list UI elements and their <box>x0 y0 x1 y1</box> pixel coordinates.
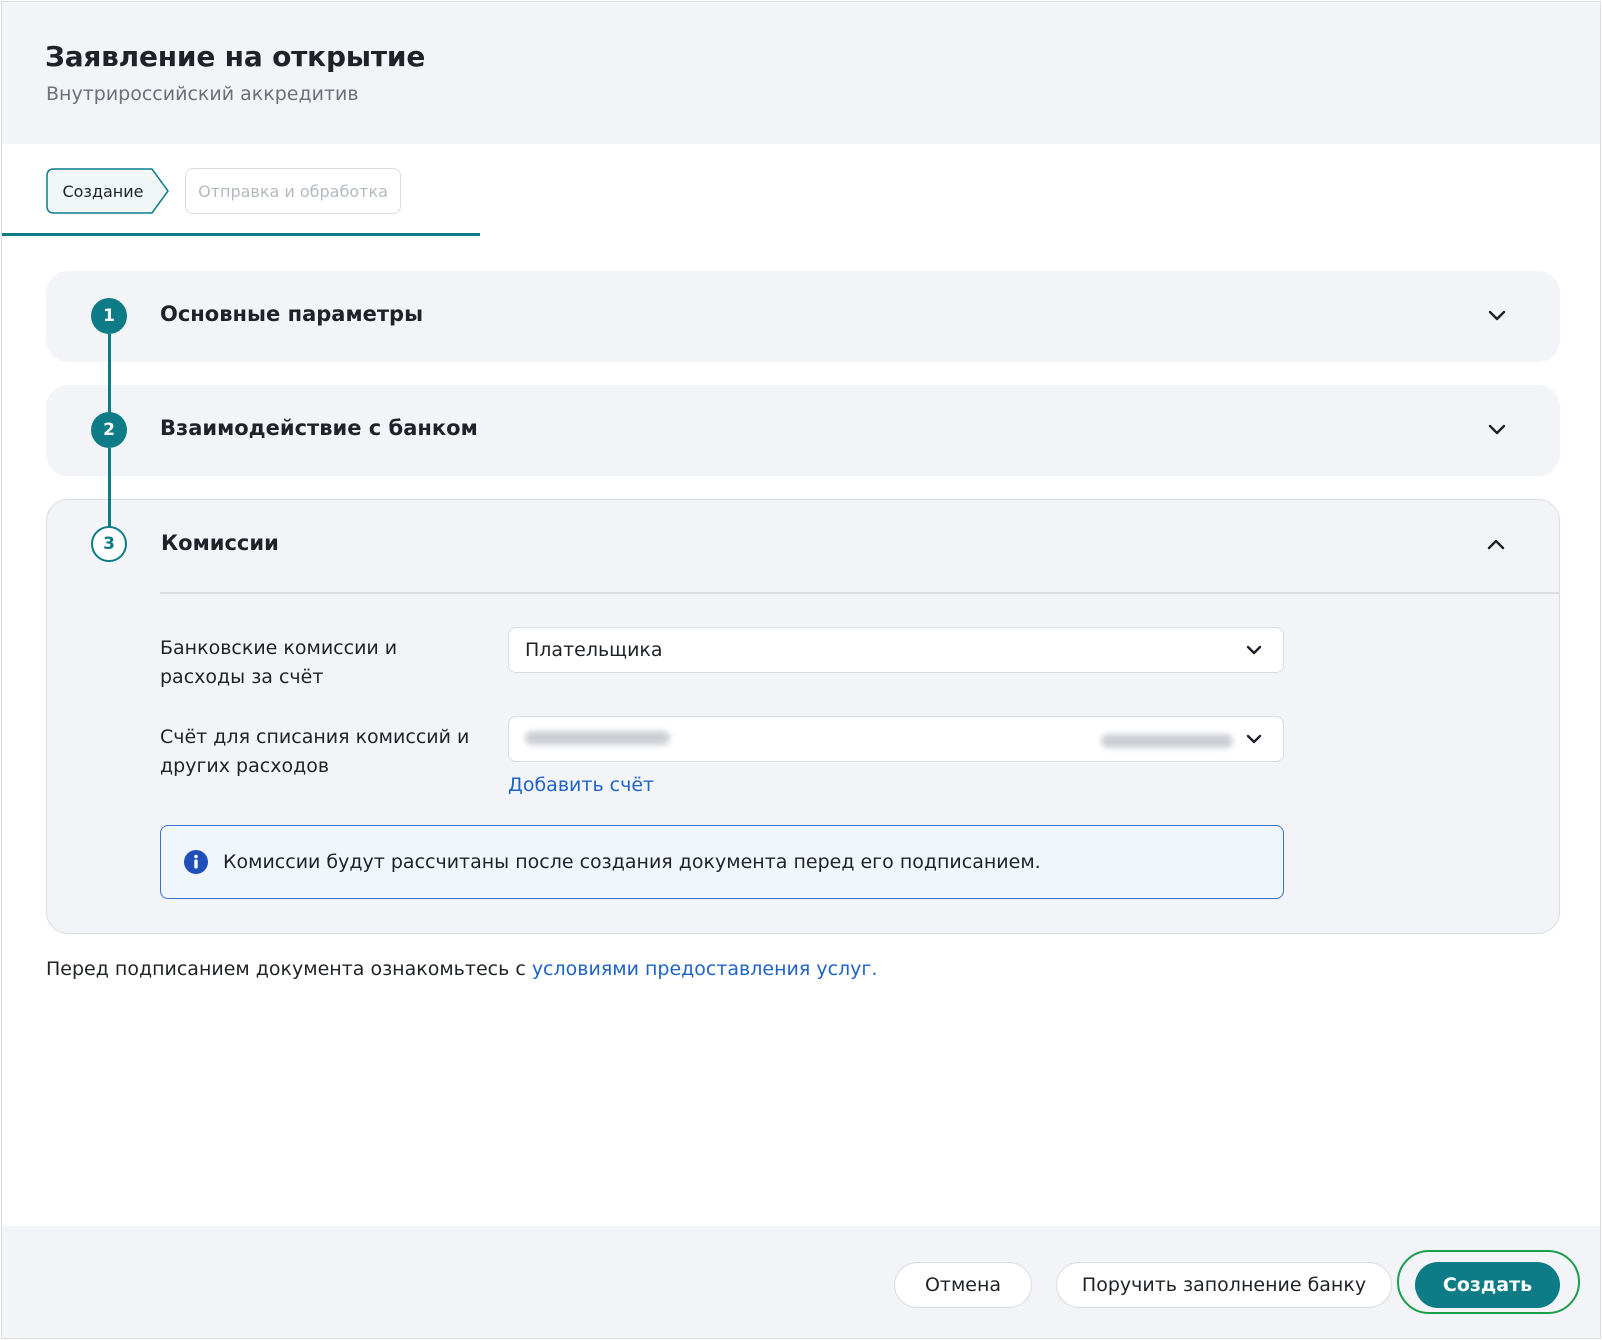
delegate-to-bank-button[interactable]: Поручить заполнение банку <box>1056 1262 1392 1308</box>
section-title: Комиссии <box>161 531 279 555</box>
step-tab-label: Создание <box>62 181 144 201</box>
stepper-progress-underline <box>2 233 480 236</box>
step-connector-line <box>108 334 111 424</box>
application-form-dialog: Заявление на открытие Внутрироссийский а… <box>1 1 1601 1339</box>
add-account-link[interactable]: Добавить счёт <box>508 774 654 796</box>
step-tab-label: Отправка и обработка <box>198 181 388 201</box>
info-notice: Комиссии будут рассчитаны после создания… <box>160 825 1284 899</box>
fees-payer-select[interactable]: Плательщика <box>508 627 1284 673</box>
stepper: Создание Отправка и обработка <box>2 144 1600 239</box>
fees-payer-label: Банковские комиссии и расходы за счёт <box>160 637 398 688</box>
section-main-parameters[interactable]: Основные параметры <box>46 271 1560 362</box>
blurred-account-name <box>525 731 670 745</box>
chevron-up-icon[interactable] <box>1485 533 1507 555</box>
info-notice-text: Комиссии будут рассчитаны после создания… <box>223 851 1041 873</box>
fee-account-select[interactable] <box>508 716 1284 762</box>
page-subtitle: Внутрироссийский аккредитив <box>46 83 359 105</box>
terms-prefix: Перед подписанием документа ознакомьтесь… <box>46 958 532 980</box>
info-icon <box>184 850 208 874</box>
action-footer: Отмена Поручить заполнение банку Создать <box>2 1226 1600 1338</box>
step-marker-2: 2 <box>91 412 127 448</box>
terms-note: Перед подписанием документа ознакомьтесь… <box>46 958 877 980</box>
cancel-button[interactable]: Отмена <box>894 1262 1032 1308</box>
section-title: Основные параметры <box>160 302 424 326</box>
fee-account-label: Счёт для списания комиссий и других расх… <box>160 726 470 777</box>
terms-suffix: . <box>871 958 878 980</box>
step-marker-3: 3 <box>91 526 127 562</box>
terms-link[interactable]: условиями предоставления услуг <box>532 958 872 980</box>
page-title: Заявление на открытие <box>45 40 426 73</box>
section-title: Взаимодействие с банком <box>160 416 478 440</box>
chevron-down-icon <box>1246 645 1262 655</box>
chevron-down-icon[interactable] <box>1486 305 1508 327</box>
step-connector-line <box>108 448 111 538</box>
blurred-account-number <box>1101 734 1233 748</box>
chevron-down-icon <box>1246 734 1262 744</box>
chevron-down-icon[interactable] <box>1486 419 1508 441</box>
step-tab-create[interactable]: Создание <box>46 168 170 214</box>
step-tab-send[interactable]: Отправка и обработка <box>185 168 401 214</box>
section-divider <box>160 592 1559 594</box>
create-button[interactable]: Создать <box>1415 1262 1560 1308</box>
step-marker-1: 1 <box>91 298 127 334</box>
fees-payer-value: Плательщика <box>525 639 663 661</box>
section-bank-interaction[interactable]: Взаимодействие с банком <box>46 385 1560 476</box>
page-header: Заявление на открытие Внутрироссийский а… <box>2 2 1600 144</box>
